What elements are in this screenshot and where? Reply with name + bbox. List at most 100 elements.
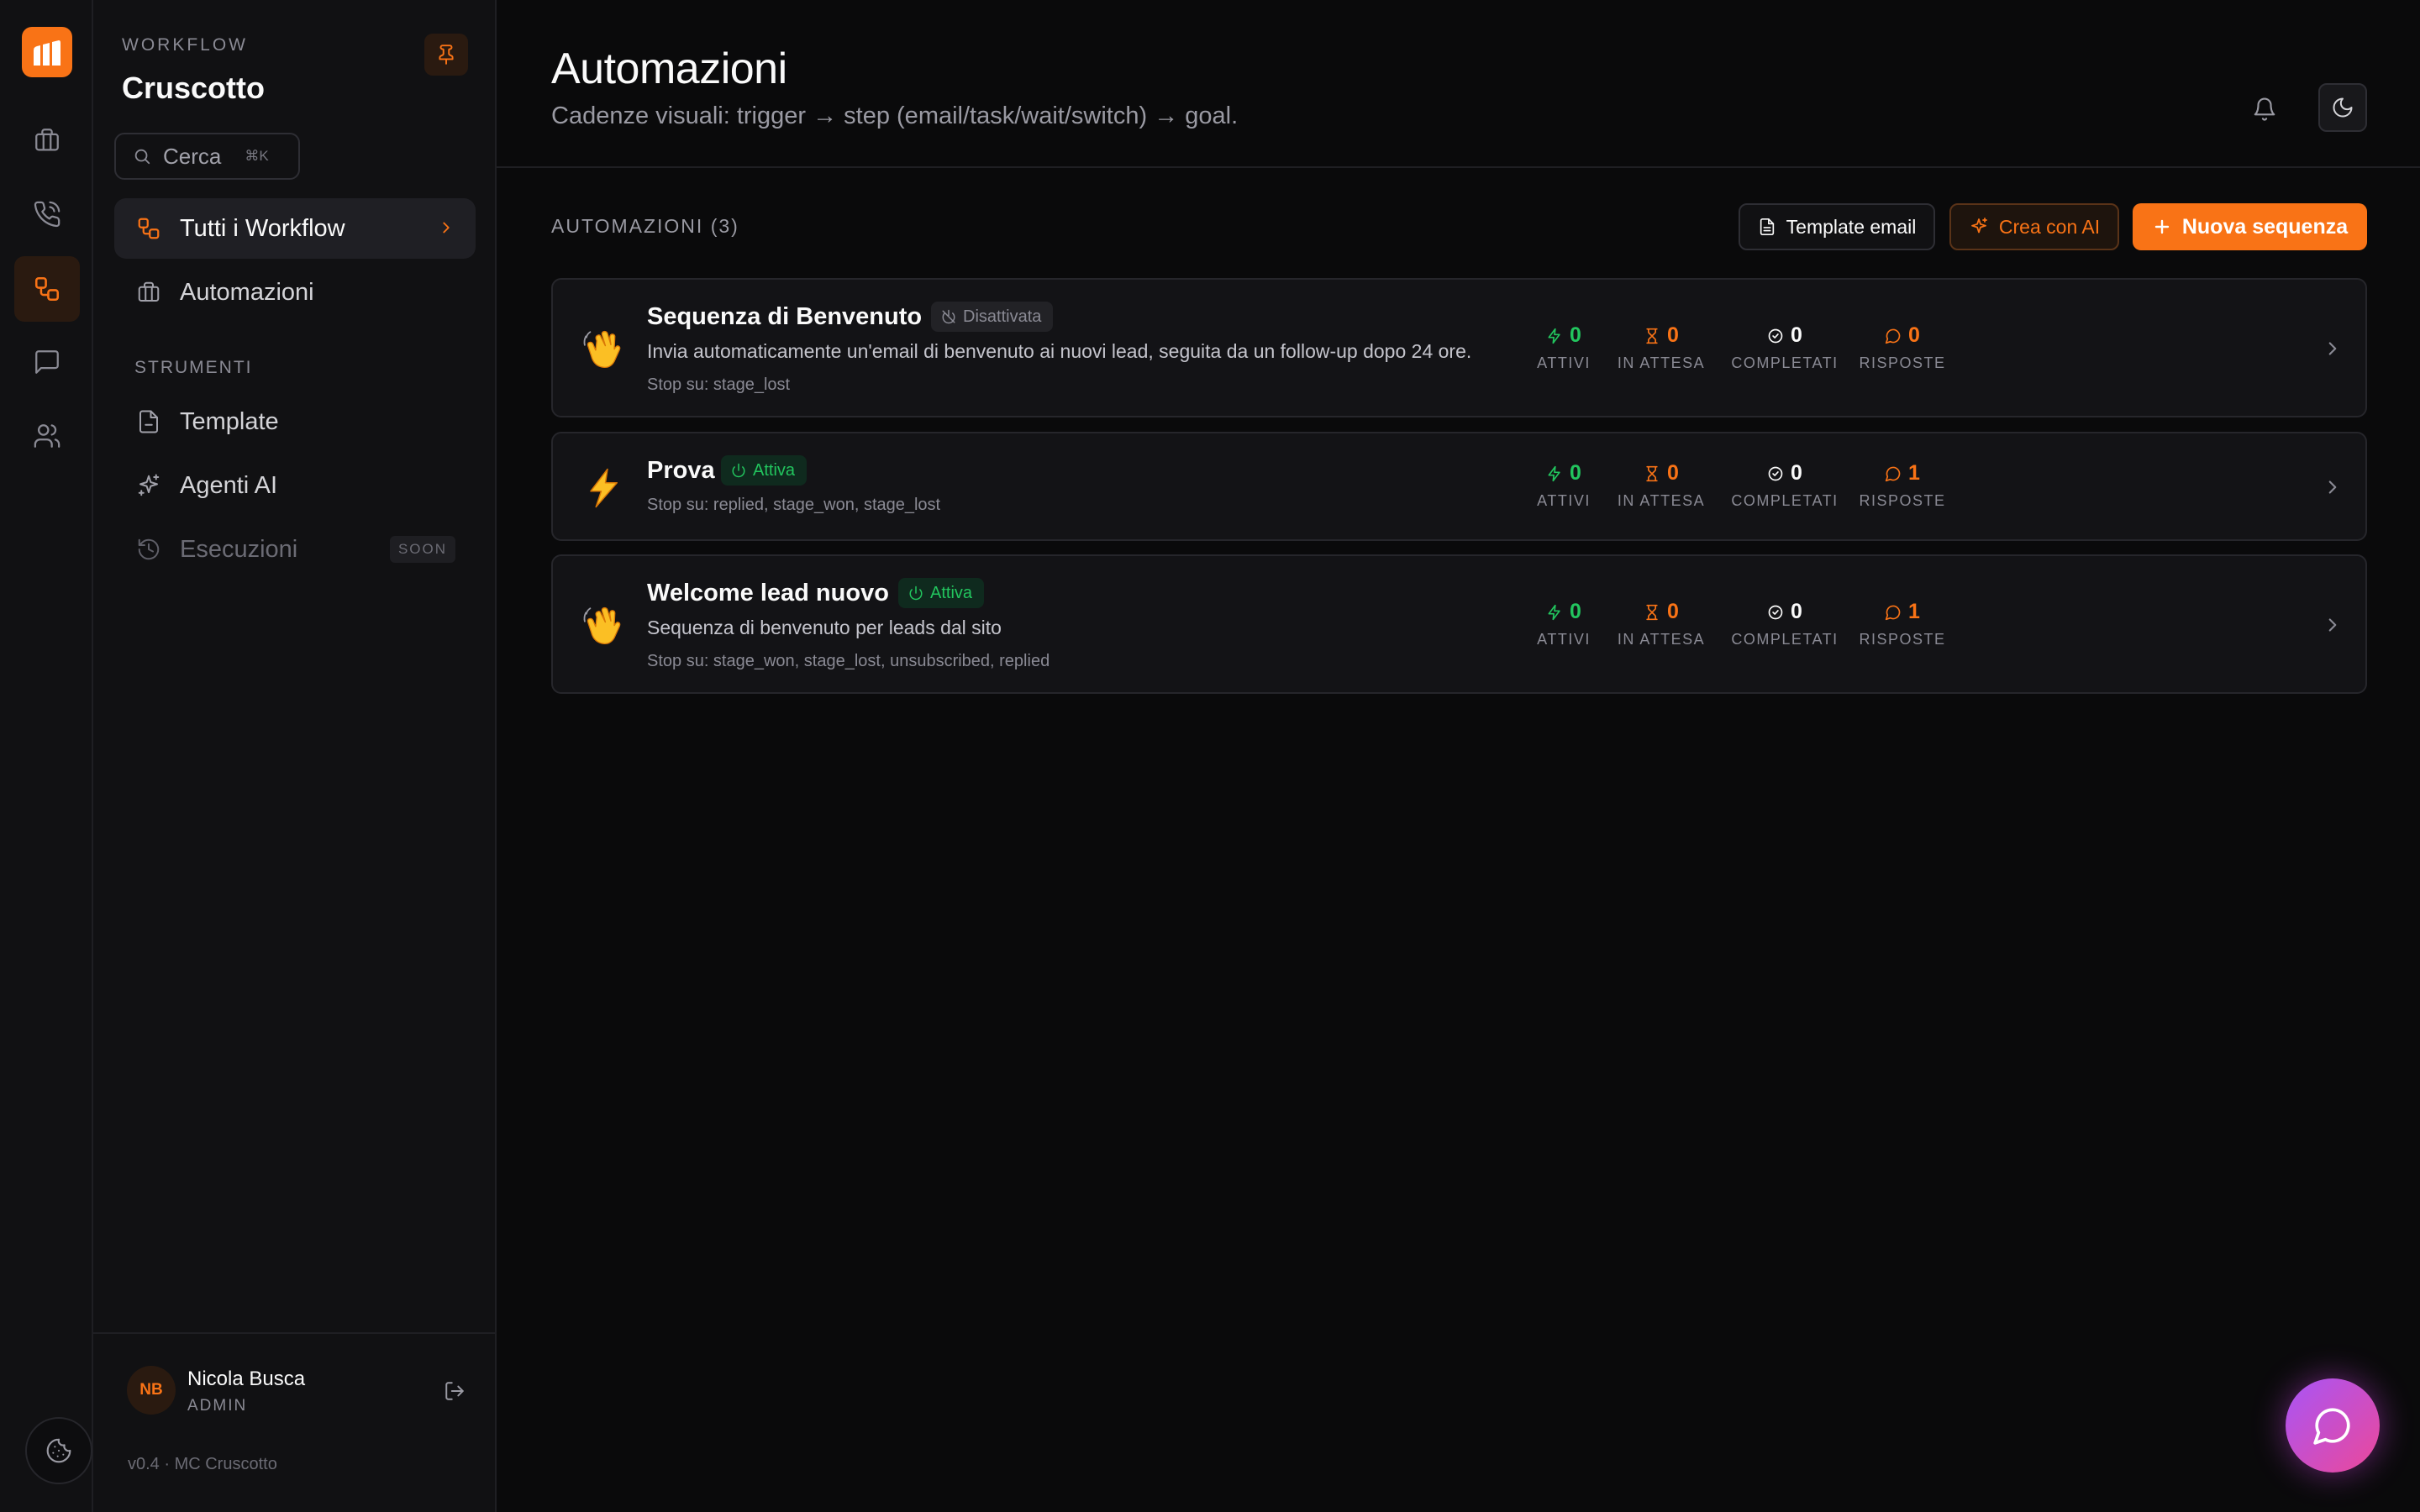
sidebar-section-title: STRUMENTI xyxy=(134,358,253,377)
notifications-button[interactable] xyxy=(2245,90,2284,129)
power-icon xyxy=(909,585,923,601)
chat-launcher-button[interactable] xyxy=(2286,1378,2380,1473)
template-email-label: Template email xyxy=(1786,215,1917,238)
sidebar-item-label: Tutti i Workflow xyxy=(180,214,345,242)
users-icon xyxy=(34,424,60,448)
user-name: Nicola Busca xyxy=(187,1368,306,1390)
rail-item-messages[interactable] xyxy=(14,329,80,395)
status-badge: Attiva xyxy=(898,578,985,608)
stat-label: RISPOSTE xyxy=(1859,492,1946,509)
waving-hand-icon xyxy=(578,324,629,375)
stat-value: 0 xyxy=(1791,461,1802,485)
stat-value: 0 xyxy=(1570,323,1581,347)
workflow-icon xyxy=(134,214,163,243)
rail-item-users[interactable] xyxy=(14,403,80,469)
workflow-icon xyxy=(34,276,60,302)
rail-item-workflow[interactable] xyxy=(14,256,80,322)
sidebar-title: Cruscotto xyxy=(122,71,265,105)
stat-replies: 0 RISPOSTE xyxy=(1827,323,1978,372)
cookie-settings-button[interactable] xyxy=(25,1417,92,1484)
stat-value: 0 xyxy=(1791,600,1802,623)
page-title: Automazioni xyxy=(551,45,787,93)
sparkles-icon xyxy=(1971,218,1987,234)
automation-stop-conditions: Stop su: replied, stage_won, stage_lost xyxy=(647,496,941,514)
sidebar-item-template[interactable]: Template xyxy=(114,391,476,452)
theme-toggle-button[interactable] xyxy=(2318,83,2367,132)
automations-count-label: AUTOMAZIONI (3) xyxy=(551,215,739,237)
automation-stop-conditions: Stop su: stage_lost xyxy=(647,375,791,394)
logo-bars-icon xyxy=(34,40,60,66)
zap-icon xyxy=(1548,328,1560,344)
chevron-right-icon[interactable] xyxy=(2322,338,2344,360)
briefcase-icon xyxy=(35,129,59,151)
automation-title: Sequenza di Benvenuto xyxy=(647,303,923,330)
search-icon xyxy=(134,149,150,165)
sidebar-footer-divider xyxy=(93,1332,497,1334)
stat-value: 0 xyxy=(1908,323,1920,347)
sidebar-item-label: Automazioni xyxy=(180,278,314,306)
automation-description: Invia automaticamente un'email di benven… xyxy=(647,340,1472,362)
rail-item-briefcase[interactable] xyxy=(14,108,80,173)
message-circle-icon xyxy=(1885,466,1901,481)
app-logo[interactable] xyxy=(22,27,72,77)
bell-icon xyxy=(2254,97,2275,121)
automation-card[interactable]: Sequenza di Benvenuto Disattivata Invia … xyxy=(551,278,2367,417)
pin-sidebar-button[interactable] xyxy=(424,34,468,76)
hourglass-icon xyxy=(1646,604,1658,620)
message-circle-icon xyxy=(1885,605,1901,620)
header-divider xyxy=(497,166,2420,168)
automation-title: Welcome lead nuovo xyxy=(647,580,889,606)
logout-button[interactable] xyxy=(441,1378,468,1404)
sidebar-search[interactable]: Cerca ⌘K xyxy=(114,133,300,180)
pin-icon xyxy=(439,45,454,65)
chevron-right-icon[interactable] xyxy=(2322,476,2344,498)
template-email-button[interactable]: Template email xyxy=(1739,203,1935,250)
sidebar-item-label: Template xyxy=(180,407,279,435)
new-sequence-button[interactable]: Nuova sequenza xyxy=(2133,203,2367,250)
message-square-icon xyxy=(35,350,59,374)
status-badge: Disattivata xyxy=(931,302,1054,332)
sidebar-item-ai-agents[interactable]: Agenti AI xyxy=(114,455,476,516)
stat-value: 0 xyxy=(1667,323,1679,347)
plus-icon xyxy=(2154,219,2170,234)
high-voltage-icon xyxy=(578,463,629,513)
app-version: v0.4 · MC Cruscotto xyxy=(128,1455,277,1473)
briefcase-icon xyxy=(134,278,163,307)
power-off-icon xyxy=(942,309,955,324)
automation-title: Prova xyxy=(647,457,715,484)
create-with-ai-button[interactable]: Crea con AI xyxy=(1949,203,2119,250)
logout-icon xyxy=(445,1382,464,1400)
status-badge: Attiva xyxy=(721,455,808,486)
sidebar: WORKFLOW Cruscotto Cerca ⌘K Tutti i Work… xyxy=(93,0,497,1512)
search-placeholder: Cerca xyxy=(163,143,222,169)
stat-value: 0 xyxy=(1667,461,1679,485)
stat-value: 0 xyxy=(1791,323,1802,347)
icon-rail xyxy=(0,0,93,1512)
power-icon xyxy=(732,463,745,478)
sidebar-eyebrow: WORKFLOW xyxy=(122,35,248,55)
chevron-right-icon xyxy=(437,218,455,237)
automation-card[interactable]: Prova Attiva Stop su: replied, stage_won… xyxy=(551,432,2367,541)
chevron-right-icon[interactable] xyxy=(2322,614,2344,636)
phone-call-icon xyxy=(34,201,60,228)
waving-hand-icon xyxy=(578,601,629,651)
avatar[interactable]: NB xyxy=(127,1366,176,1415)
stat-value: 0 xyxy=(1667,600,1679,623)
stat-value: 1 xyxy=(1908,461,1920,485)
stat-replies: 1 RISPOSTE xyxy=(1827,461,1978,510)
stat-replies: 1 RISPOSTE xyxy=(1827,600,1978,648)
stat-value: 0 xyxy=(1570,461,1581,485)
sidebar-item-automations[interactable]: Automazioni xyxy=(114,262,476,323)
sidebar-item-all-workflows[interactable]: Tutti i Workflow xyxy=(114,198,476,259)
moon-icon xyxy=(2333,97,2353,118)
automation-description: Sequenza di benvenuto per leads dal sito xyxy=(647,617,1002,638)
search-shortcut: ⌘K xyxy=(245,148,269,164)
check-circle-icon xyxy=(1768,605,1783,619)
check-circle-icon xyxy=(1768,328,1783,343)
automation-card[interactable]: Welcome lead nuovo Attiva Sequenza di be… xyxy=(551,554,2367,694)
page-subtitle: Cadenze visuali: trigger → step (email/t… xyxy=(551,102,1239,129)
zap-icon xyxy=(1548,465,1560,481)
rail-item-calls[interactable] xyxy=(14,181,80,247)
history-icon xyxy=(134,535,163,564)
stat-value: 1 xyxy=(1908,600,1920,623)
